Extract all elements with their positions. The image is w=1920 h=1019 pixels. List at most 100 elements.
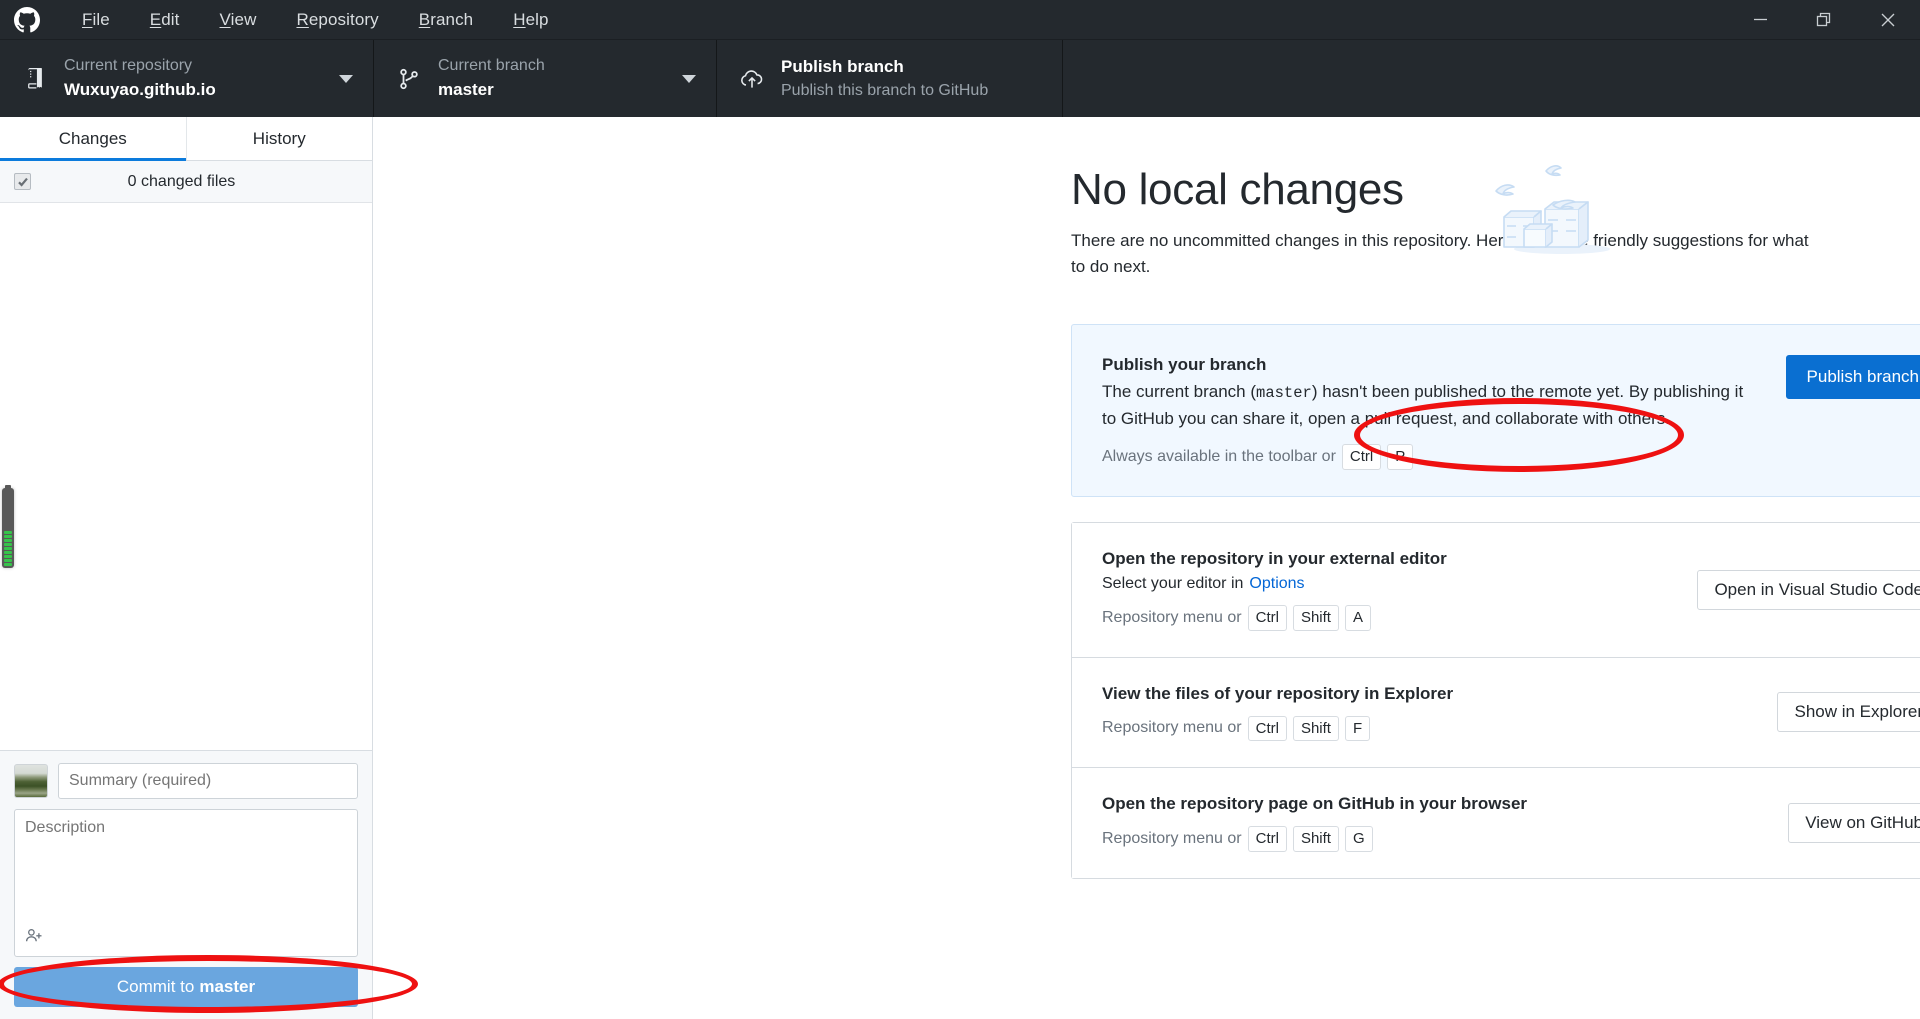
kbd-a: A (1345, 605, 1371, 631)
select-editor-hint: Select your editor in Options (1102, 575, 1677, 593)
options-link[interactable]: Options (1249, 575, 1304, 593)
view-on-github-title: Open the repository page on GitHub in yo… (1102, 794, 1768, 814)
publish-branch-card-body: Publish your branch The current branch (… (1102, 355, 1766, 470)
current-branch-button[interactable]: Current branch master (374, 40, 717, 117)
menu-item-file[interactable]: File (62, 6, 130, 34)
current-repository-caption: Current repository (64, 56, 325, 76)
kbd-shift: Shift (1293, 826, 1339, 852)
open-in-editor-title: Open the repository in your external edi… (1102, 549, 1677, 569)
minimize-icon[interactable] (1728, 0, 1792, 39)
hint-prefix: Repository menu or (1102, 719, 1242, 737)
select-editor-prefix: Select your editor in (1102, 575, 1243, 593)
meter-segment (4, 555, 12, 558)
current-branch-value: master (438, 79, 668, 100)
publish-branch-button[interactable]: Publish branch (1786, 355, 1920, 399)
publish-branch-card-title: Publish your branch (1102, 355, 1766, 375)
restore-icon[interactable] (1792, 0, 1856, 39)
meter-segment (4, 543, 12, 546)
view-on-github-shortcut-hint: Repository menu or Ctrl Shift G (1102, 826, 1768, 852)
main-content: No local changes There are no uncommitte… (373, 117, 1920, 1019)
chevron-down-icon (682, 75, 696, 83)
battery-meter (2, 488, 14, 568)
open-in-editor-card-body: Open the repository in your external edi… (1102, 549, 1677, 631)
page-subtitle: There are no uncommitted changes in this… (1071, 228, 1811, 279)
publish-branch-card: Publish your branch The current branch (… (1071, 324, 1920, 497)
menu-item-repository[interactable]: Repository (276, 6, 398, 34)
commit-to-master-button[interactable]: Commit to master (14, 967, 358, 1007)
tab-changes-label: Changes (59, 129, 127, 149)
commit-area: Commit to master (0, 750, 372, 1019)
changed-files-header: 0 changed files (0, 161, 372, 203)
show-in-explorer-shortcut-hint: Repository menu or Ctrl Shift F (1102, 716, 1757, 742)
tab-changes[interactable]: Changes (0, 117, 187, 160)
changed-files-list (0, 203, 372, 750)
secondary-cards-group: Open the repository in your external edi… (1071, 522, 1920, 879)
publish-branch-subtitle: Publish this branch to GitHub (781, 81, 1042, 101)
commit-description-box[interactable] (14, 809, 358, 957)
menu-item-branch[interactable]: Branch (399, 6, 493, 34)
add-person-icon[interactable] (25, 927, 43, 950)
sidebar-tabs: Changes History (0, 117, 372, 161)
current-repository-value: Wuxuyao.github.io (64, 79, 325, 100)
publish-branch-title: Publish branch (781, 56, 1042, 77)
hint-prefix: Repository menu or (1102, 830, 1242, 848)
current-branch-caption: Current branch (438, 56, 668, 76)
open-in-editor-card: Open the repository in your external edi… (1071, 522, 1920, 658)
commit-summary-row (14, 763, 358, 799)
kbd-ctrl: Ctrl (1248, 605, 1287, 631)
main-body: Changes History 0 changed files (0, 117, 1920, 1019)
menu-item-view[interactable]: View (200, 6, 277, 34)
show-in-explorer-button[interactable]: Show in Explorer (1777, 692, 1920, 732)
meter-segment (4, 535, 12, 538)
view-on-github-button[interactable]: View on GitHub (1788, 803, 1920, 843)
tab-history[interactable]: History (187, 117, 373, 160)
publish-branch-shortcut-hint: Always available in the toolbar or Ctrl … (1102, 444, 1766, 470)
chevron-down-icon (339, 75, 353, 83)
meter-segment (4, 559, 12, 562)
kbd-f: F (1345, 716, 1370, 742)
tab-history-label: History (253, 129, 306, 149)
kbd-shift: Shift (1293, 716, 1339, 742)
hint-prefix: Always available in the toolbar or (1102, 448, 1336, 466)
show-in-explorer-card: View the files of your repository in Exp… (1071, 658, 1920, 769)
cloud-upload-icon (737, 66, 767, 92)
meter-segment (4, 539, 12, 542)
view-on-github-card-body: Open the repository page on GitHub in yo… (1102, 794, 1768, 852)
commit-description-input[interactable] (25, 819, 347, 947)
publish-branch-card-text: The current branch (master) hasn't been … (1102, 379, 1762, 432)
hero-branch-name: master (1256, 384, 1312, 402)
kbd-ctrl: Ctrl (1248, 716, 1287, 742)
kbd-p: P (1387, 444, 1413, 470)
suggestion-cards: Publish your branch The current branch (… (1071, 324, 1920, 879)
menu-item-help[interactable]: Help (493, 6, 568, 34)
meter-segment (4, 547, 12, 550)
close-icon[interactable] (1856, 0, 1920, 39)
current-repository-button[interactable]: Current repository Wuxuyao.github.io (0, 40, 374, 117)
select-all-checkbox[interactable] (14, 173, 31, 190)
window-controls (1728, 0, 1920, 39)
meter-segment (4, 531, 12, 534)
hero-text-before: The current branch ( (1102, 382, 1256, 401)
kbd-shift: Shift (1293, 605, 1339, 631)
changed-files-count: 0 changed files (43, 173, 320, 191)
show-in-explorer-title: View the files of your repository in Exp… (1102, 684, 1757, 704)
publish-branch-toolbar-button[interactable]: Publish branch Publish this branch to Gi… (717, 40, 1063, 117)
view-on-github-card: Open the repository page on GitHub in yo… (1071, 768, 1920, 879)
hint-prefix: Repository menu or (1102, 609, 1242, 627)
show-in-explorer-card-body: View the files of your repository in Exp… (1102, 684, 1757, 742)
commit-summary-input[interactable] (58, 763, 358, 799)
menu-item-edit[interactable]: Edit (130, 6, 200, 34)
kbd-ctrl: Ctrl (1248, 826, 1287, 852)
github-mark-icon (6, 7, 48, 33)
commit-button-prefix: Commit to (117, 977, 194, 997)
open-in-editor-shortcut-hint: Repository menu or Ctrl Shift A (1102, 605, 1677, 631)
git-branch-icon (394, 68, 424, 90)
no-changes-panel: No local changes There are no uncommitte… (373, 117, 1920, 879)
sidebar: Changes History 0 changed files (0, 117, 373, 1019)
avatar (14, 764, 48, 798)
menu-bar: File Edit View Repository Branch Help (62, 6, 569, 34)
open-in-visual-studio-code-button[interactable]: Open in Visual Studio Code (1697, 570, 1920, 610)
commit-button-branch: master (199, 977, 255, 997)
kbd-ctrl: Ctrl (1342, 444, 1381, 470)
title-bar: File Edit View Repository Branch Help (0, 0, 1920, 39)
